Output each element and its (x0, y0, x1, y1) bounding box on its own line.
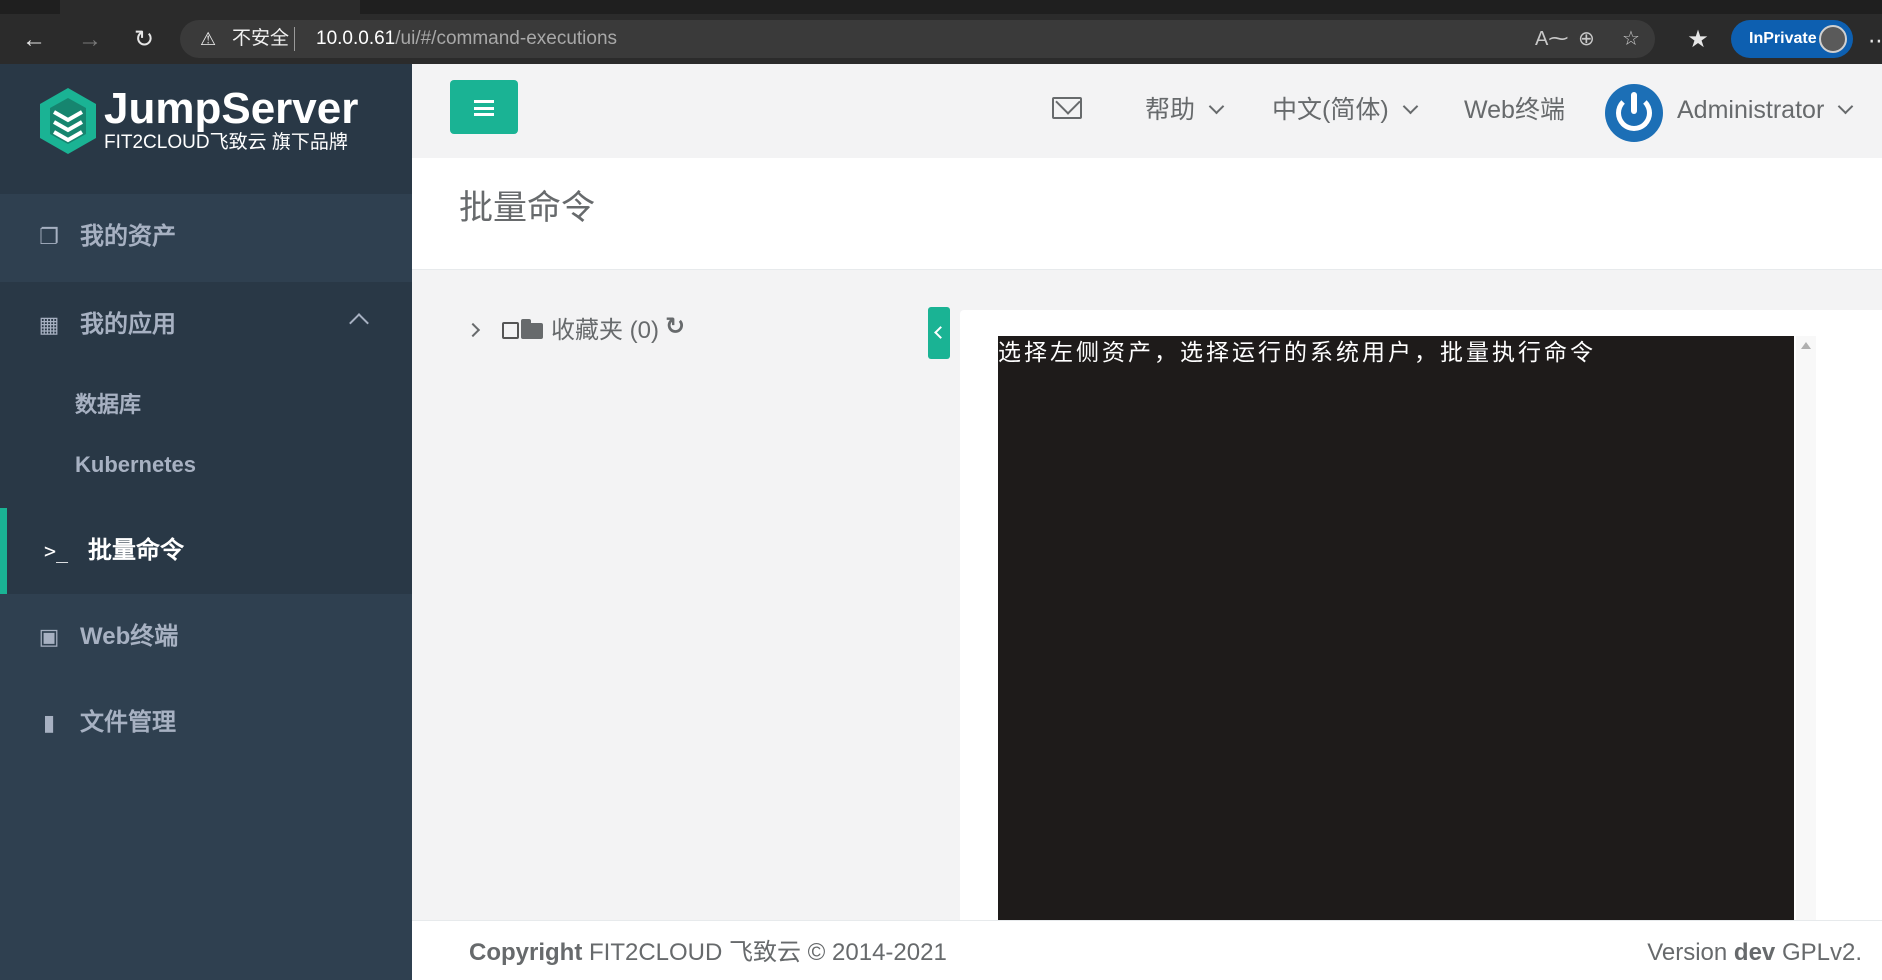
inprivate-label: InPrivate (1749, 30, 1817, 47)
sidebar-item-web-terminal[interactable]: ▣ Web终端 (0, 594, 412, 680)
hamburger-icon (474, 100, 494, 116)
terminal-output[interactable]: 选择左侧资产，选择运行的系统用户，批量执行命令 (998, 336, 1794, 930)
jumpserver-logo-icon (40, 88, 96, 154)
footer: Copyright FIT2CLOUD 飞致云 © 2014-2021 Vers… (412, 920, 1882, 980)
favorite-add-icon[interactable]: ☆ (1622, 29, 1640, 49)
sidebar-subitem-database[interactable]: 数据库 (75, 392, 141, 418)
url-host: 10.0.0.61 (316, 28, 396, 49)
brand-subtitle: FIT2CLOUD飞致云 旗下品牌 (104, 132, 348, 153)
mail-icon[interactable] (1052, 97, 1082, 119)
url-text[interactable]: 10.0.0.61/ui/#/command-executions (316, 29, 617, 49)
address-separator (294, 27, 295, 51)
tree-checkbox[interactable] (502, 322, 519, 339)
version-suffix: GPLv2. (1775, 939, 1862, 966)
main-content: 收藏夹 (0) ↻ 选择左侧资产，选择运行的系统用户，批量执行命令 (412, 270, 1882, 930)
sidebar-item-label: 我的应用 (80, 311, 176, 338)
chevron-left-icon (934, 326, 947, 339)
terminal-icon: >_ (43, 539, 69, 563)
version-value: dev (1733, 939, 1776, 966)
sidebar-item-label: 我的资产 (80, 223, 176, 250)
forward-icon[interactable]: → (78, 28, 102, 52)
sidebar-item-batch-command[interactable]: >_ 批量命令 (0, 508, 412, 594)
user-avatar[interactable] (1605, 84, 1663, 142)
language-dropdown[interactable]: 中文(简体) (1272, 95, 1418, 125)
browser-tab-strip (0, 0, 1882, 14)
brand-name: JumpServer (104, 84, 359, 133)
menu-toggle-button[interactable] (450, 80, 518, 134)
zoom-icon[interactable]: ⊕ (1578, 29, 1595, 49)
sidebar: JumpServer FIT2CLOUD飞致云 旗下品牌 ❐ 我的资产 ▦ 我的… (0, 64, 412, 980)
inprivate-button[interactable]: InPrivate (1731, 20, 1853, 58)
sidebar-item-label: Web终端 (80, 623, 179, 650)
chevron-down-icon (1837, 98, 1854, 115)
sidebar-item-my-assets[interactable]: ❐ 我的资产 (0, 194, 412, 280)
power-icon-stem (1631, 92, 1637, 114)
read-aloud-icon[interactable]: A⁓ (1535, 29, 1568, 49)
scroll-up-icon[interactable] (1801, 342, 1811, 349)
profile-avatar (1819, 25, 1847, 53)
footer-copyright: Copyright FIT2CLOUD 飞致云 © 2014-2021 (469, 939, 947, 967)
browser-toolbar: ← → ↻ ⚠ 不安全 10.0.0.61/ui/#/command-execu… (0, 14, 1882, 64)
folder-icon (521, 319, 543, 339)
copyright-label: Copyright (469, 939, 583, 966)
browser-tab[interactable] (60, 0, 360, 14)
window-icon: ▣ (38, 624, 60, 649)
more-icon[interactable]: ⋯ (1868, 28, 1882, 54)
sidebar-item-file-manager[interactable]: ▮ 文件管理 (0, 680, 412, 766)
sidebar-subitem-kubernetes[interactable]: Kubernetes (75, 452, 196, 478)
address-bar[interactable]: ⚠ 不安全 10.0.0.61/ui/#/command-executions … (180, 20, 1655, 58)
warning-icon: ⚠ (200, 29, 217, 49)
username: Administrator (1677, 96, 1825, 124)
copy-icon: ❐ (39, 224, 59, 249)
version-prefix: Version (1647, 939, 1734, 966)
file-icon: ▮ (42, 710, 56, 735)
chevron-down-icon (1402, 98, 1418, 115)
favorites-icon[interactable]: ★ (1686, 28, 1710, 52)
help-dropdown[interactable]: 帮助 (1145, 95, 1225, 125)
page-heading: 批量命令 (412, 158, 1882, 270)
sidebar-item-my-apps[interactable]: ▦ 我的应用 (0, 282, 412, 368)
asset-tree: 收藏夹 (0) ↻ (465, 313, 685, 346)
sidebar-group-my-apps: ▦ 我的应用 数据库 Kubernetes (0, 282, 412, 508)
back-icon[interactable]: ← (22, 28, 46, 52)
terminal-hint-text: 选择左侧资产，选择运行的系统用户，批量执行命令 (998, 340, 1596, 366)
terminal-panel: 选择左侧资产，选择运行的系统用户，批量执行命令 (960, 310, 1882, 930)
footer-version: Version dev GPLv2. (1647, 939, 1862, 967)
grid-icon: ▦ (38, 312, 60, 337)
chevron-right-icon[interactable] (465, 322, 481, 338)
refresh-icon[interactable]: ↻ (665, 312, 685, 342)
collapse-tree-button[interactable] (928, 307, 950, 359)
user-dropdown[interactable]: Administrator (1677, 95, 1854, 125)
terminal-scrollbar[interactable] (1796, 336, 1816, 930)
help-label: 帮助 (1145, 96, 1196, 124)
top-navbar: 帮助 中文(简体) Web终端 Administrator (412, 64, 1882, 158)
refresh-icon[interactable]: ↻ (132, 28, 156, 52)
url-path: /ui/#/command-executions (395, 28, 618, 49)
tree-node-favorites[interactable]: 收藏夹 (0) (551, 317, 659, 344)
page-title: 批量命令 (459, 189, 595, 227)
insecure-label: 不安全 (232, 28, 290, 49)
copyright-text: FIT2CLOUD 飞致云 © 2014-2021 (582, 939, 947, 966)
language-label: 中文(简体) (1272, 96, 1389, 124)
sidebar-item-label: 文件管理 (80, 709, 176, 736)
sidebar-item-label: 批量命令 (88, 537, 184, 564)
brand-header: JumpServer FIT2CLOUD飞致云 旗下品牌 (0, 64, 412, 194)
web-terminal-link[interactable]: Web终端 (1464, 95, 1565, 125)
chevron-down-icon (1208, 98, 1225, 115)
chevron-up-icon (349, 313, 369, 333)
